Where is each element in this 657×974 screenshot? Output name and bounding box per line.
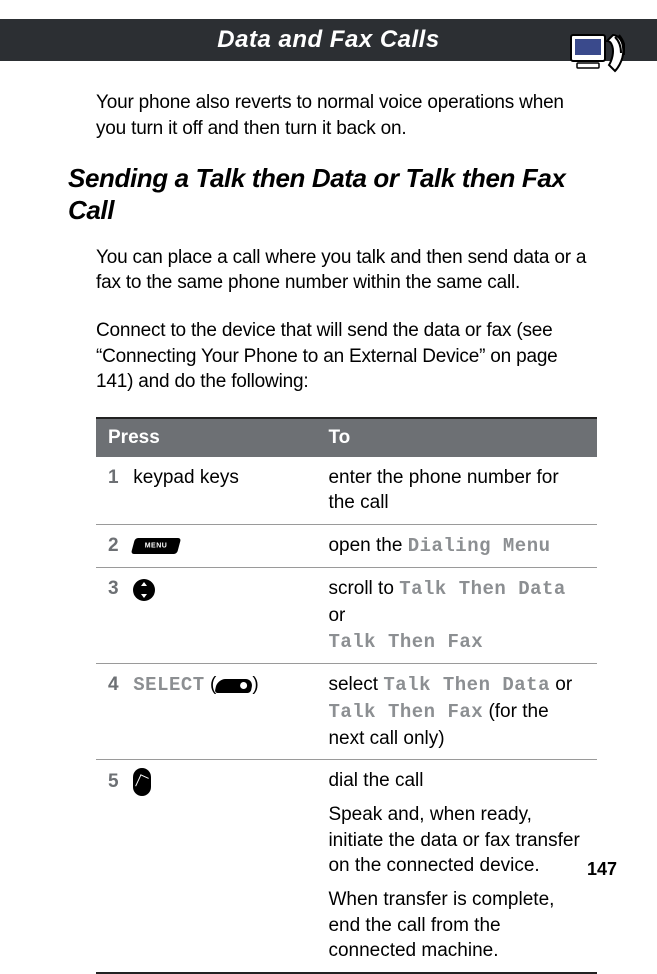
page-number: 147 [587,859,617,880]
intro-paragraph: Your phone also reverts to normal voice … [96,90,597,141]
section-heading: Sending a Talk then Data or Talk then Fa… [68,163,597,226]
instruction-table: Press To 1 keypad keys enter the phone n… [96,417,597,974]
soft-key-icon [216,673,252,699]
col-header-to: To [316,418,597,457]
option-name: Talk Then Fax [328,701,483,723]
option-name: Talk Then Data [399,578,566,600]
step-number: 5 [108,769,128,795]
page-content: Your phone also reverts to normal voice … [0,62,657,974]
to-text: dial the call [328,768,587,794]
to-text: select Talk Then Data or Talk Then Fax (… [328,672,587,751]
to-text: When transfer is complete, end the call … [328,887,587,964]
option-name: Talk Then Fax [328,631,483,653]
step-number: 4 [108,672,128,698]
to-text: Speak and, when ready, initiate the data… [328,802,587,879]
send-key-icon [133,768,151,796]
table-row: 5 dial the call Speak and, when ready, i… [96,760,597,973]
menu-key-icon [133,533,179,559]
press-action: keypad keys [133,465,239,491]
soft-key-label: SELECT [133,673,204,699]
section-paragraph-2: Connect to the device that will send the… [96,318,597,395]
to-text: enter the phone number for the call [328,465,587,516]
table-row: 4 SELECT () select Talk Then Data or Tal… [96,664,597,760]
step-number: 2 [108,533,128,559]
option-name: Talk Then Data [383,674,550,696]
scroll-key-icon [133,577,155,603]
table-row: 3 scroll to Talk Then Data or Talk Then … [96,568,597,664]
table-row: 1 keypad keys enter the phone number for… [96,457,597,525]
table-row: 2 open the Dialing Menu [96,524,597,568]
step-number: 1 [108,465,128,491]
menu-name: Dialing Menu [408,535,551,557]
to-text: open the Dialing Menu [328,533,587,560]
to-text: scroll to Talk Then Data or Talk Then Fa… [328,576,587,655]
page-header: Data and Fax Calls [0,0,657,62]
section-paragraph-1: You can place a call where you talk and … [96,245,597,296]
computer-phone-icon [569,31,625,75]
step-number: 3 [108,576,128,602]
page-title: Data and Fax Calls [217,26,439,54]
col-header-press: Press [96,418,316,457]
